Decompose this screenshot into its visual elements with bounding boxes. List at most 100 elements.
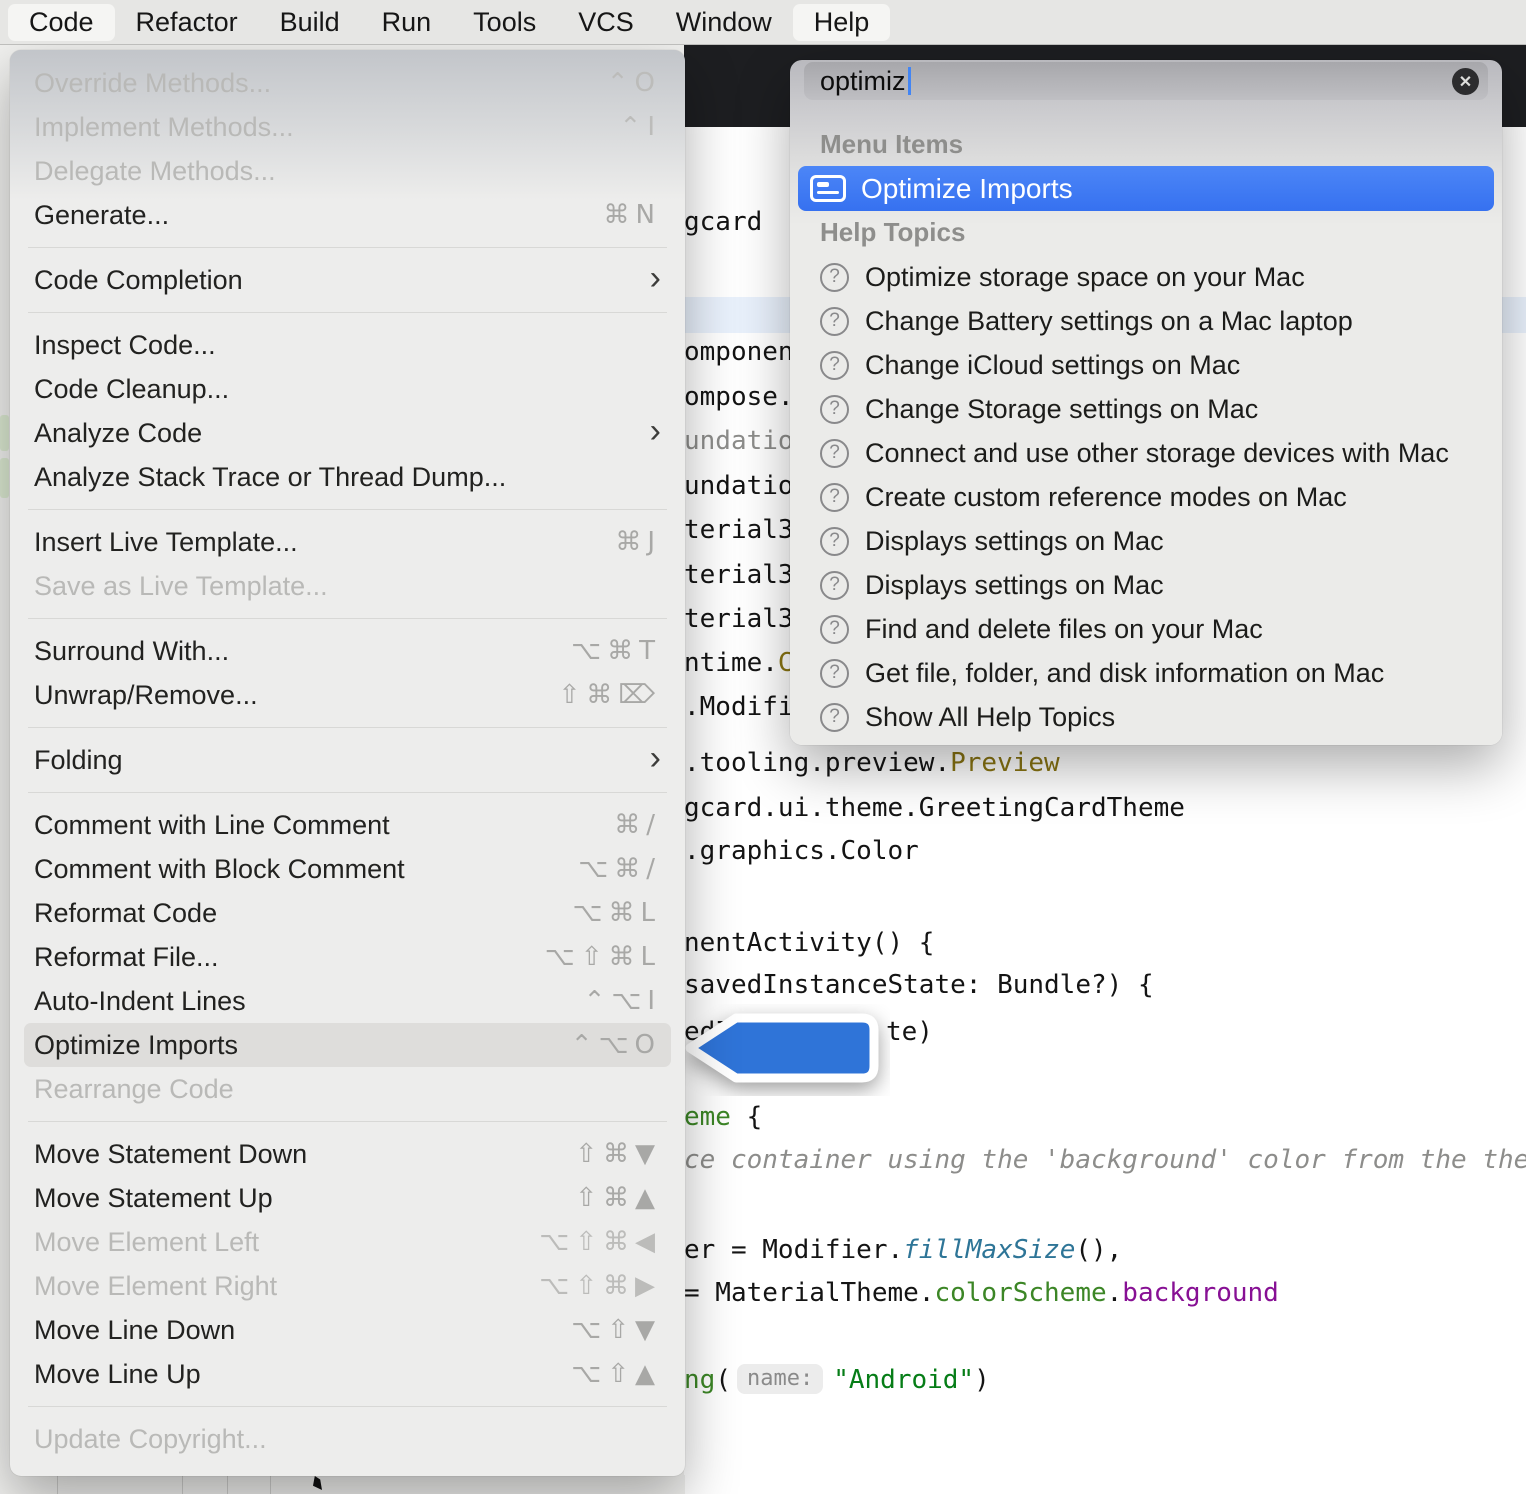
menu-item-analyze-stack-trace-or-thread-dump[interactable]: Analyze Stack Trace or Thread Dump...: [24, 455, 671, 499]
menu-item-label: Folding: [34, 745, 123, 776]
menu-item-move-statement-up[interactable]: Move Statement Up⇧⌘▲: [24, 1176, 671, 1220]
menu-item-shortcut: ⌃I: [620, 112, 661, 142]
menu-item-shortcut: ⌃O: [607, 68, 661, 98]
menu-item-label: Move Line Up: [34, 1359, 201, 1390]
search-query-text: optimiz: [820, 66, 906, 97]
menu-item-label: Update Copyright...: [34, 1424, 267, 1455]
menu-item-comment-with-line-comment[interactable]: Comment with Line Comment ⌘/: [24, 803, 671, 847]
menu-item-inspect-code[interactable]: Inspect Code...: [24, 323, 671, 367]
menu-item-label: Rearrange Code: [34, 1074, 234, 1105]
menu-item-comment-with-block-comment[interactable]: Comment with Block Comment⌥⌘/: [24, 847, 671, 891]
menu-item-shortcut: ⌘/: [614, 810, 661, 840]
code-line: omponen: [684, 332, 794, 372]
menubar-item-code[interactable]: Code: [8, 4, 115, 41]
menu-item-folding[interactable]: Folding›: [24, 738, 671, 782]
menu-item-code-cleanup[interactable]: Code Cleanup...: [24, 367, 671, 411]
menu-item-label: Move Statement Down: [34, 1139, 307, 1170]
menu-item-rearrange-code: Rearrange Code: [24, 1067, 671, 1111]
menu-separator: [28, 792, 667, 793]
menu-item-save-as-live-template: Save as Live Template...: [24, 564, 671, 608]
help-topic-find-and-delete-files-on-your-mac[interactable]: ?Find and delete files on your Mac: [790, 607, 1502, 651]
menu-item-generate[interactable]: Generate...⌘N: [24, 193, 671, 237]
help-circle-icon: ?: [820, 571, 849, 600]
menu-item-shortcut: ⌥⇧▲: [571, 1359, 661, 1389]
menu-item-label: Generate...: [34, 200, 169, 231]
menu-item-label: Reformat File...: [34, 942, 219, 973]
menubar-item-refactor[interactable]: Refactor: [115, 4, 259, 41]
search-result-optimize-imports[interactable]: Optimize Imports: [798, 166, 1494, 211]
help-topic-displays-settings-on-mac[interactable]: ? Displays settings on Mac: [790, 563, 1502, 607]
menu-separator: [28, 312, 667, 313]
menu-item-unwrap-remove[interactable]: Unwrap/Remove...⇧⌘⌦: [24, 673, 671, 717]
help-topic-label: Get file, folder, and disk information o…: [865, 658, 1384, 689]
code-line: eme {: [684, 1097, 762, 1137]
menubar-item-help[interactable]: Help: [793, 4, 891, 41]
code-line: terial3: [684, 510, 794, 550]
menu-item-code-completion[interactable]: Code Completion›: [24, 258, 671, 302]
menu-item-reformat-file[interactable]: Reformat File... ⌥⇧⌘L: [24, 935, 671, 979]
help-topic-create-custom-reference-modes-on-mac[interactable]: ?Create custom reference modes on Mac: [790, 475, 1502, 519]
menu-item-delegate-methods: Delegate Methods...: [24, 149, 671, 193]
menubar-item-build[interactable]: Build: [259, 4, 361, 41]
help-topic-show-all-help-topics[interactable]: ?Show All Help Topics: [790, 695, 1502, 739]
menu-item-shortcut: ⇧⌘▼: [575, 1139, 661, 1169]
code-line: terial3: [684, 599, 794, 639]
menu-item-analyze-code[interactable]: Analyze Code›: [24, 411, 671, 455]
menu-item-move-line-down[interactable]: Move Line Down⌥⇧▼: [24, 1308, 671, 1352]
menubar-item-window[interactable]: Window: [655, 4, 793, 41]
help-topic-change-icloud-settings-on-mac[interactable]: ?Change iCloud settings on Mac: [790, 343, 1502, 387]
menu-item-optimize-imports[interactable]: Optimize Imports ⌃⌥O: [24, 1023, 671, 1067]
menu-item-update-copyright: Update Copyright...: [24, 1417, 671, 1461]
menu-item-label: Code Completion: [34, 265, 243, 296]
code-menu: Override Methods...⌃OImplement Methods..…: [10, 50, 685, 1476]
menu-item-label: Surround With...: [34, 636, 229, 667]
menubar-item-vcs[interactable]: VCS: [557, 4, 655, 41]
help-topic-label: Displays settings on Mac: [865, 570, 1164, 601]
menubar-item-run[interactable]: Run: [361, 4, 453, 41]
menu-item-move-element-right: Move Element Right ⌥⇧⌘▶: [24, 1264, 671, 1308]
help-topic-label: Show All Help Topics: [865, 702, 1115, 733]
menu-item-shortcut: ⌃⌥O: [571, 1030, 661, 1060]
indent-guide: [227, 1475, 228, 1494]
help-topic-label: Connect and use other storage devices wi…: [865, 438, 1449, 469]
help-search-input[interactable]: optimiz ✕: [804, 62, 1488, 100]
menubar-item-tools[interactable]: Tools: [452, 4, 557, 41]
menu-item-shortcut: ⌥⇧⌘▶: [539, 1271, 661, 1301]
help-topic-optimize-storage-space-on-your-mac[interactable]: ?Optimize storage space on your Mac: [790, 255, 1502, 299]
code-line: .Modifi: [684, 687, 794, 727]
indent-guide: [182, 1475, 183, 1494]
help-circle-icon: ?: [820, 351, 849, 380]
submenu-chevron-icon: ›: [650, 414, 661, 448]
menu-item-label: Optimize Imports: [34, 1030, 238, 1061]
menu-item-shortcut: ⌥⇧⌘◀: [539, 1227, 661, 1257]
menu-item-surround-with[interactable]: Surround With...⌥⌘T: [24, 629, 671, 673]
menu-item-label: Comment with Line Comment: [34, 810, 390, 841]
help-topic-label: Change Storage settings on Mac: [865, 394, 1258, 425]
code-line: er = Modifier.fillMaxSize(),: [684, 1230, 1122, 1270]
indent-guide: [57, 1475, 58, 1494]
help-topic-displays-settings-on-mac[interactable]: ?Displays settings on Mac: [790, 519, 1502, 563]
help-topic-change-battery-settings-on-a-mac-laptop[interactable]: ?Change Battery settings on a Mac laptop: [790, 299, 1502, 343]
menu-item-insert-live-template[interactable]: Insert Live Template...⌘J: [24, 520, 671, 564]
code-line: = MaterialTheme.colorScheme.background: [684, 1273, 1279, 1313]
menu-item-label: Override Methods...: [34, 68, 271, 99]
menu-separator: [28, 1406, 667, 1407]
help-circle-icon: ?: [820, 263, 849, 292]
menu-item-label: Auto-Indent Lines: [34, 986, 246, 1017]
menu-item-move-statement-down[interactable]: Move Statement Down ⇧⌘▼: [24, 1132, 671, 1176]
code-line: undatio: [684, 466, 794, 506]
menu-item-label: Move Element Right: [34, 1271, 277, 1302]
menu-item-reformat-code[interactable]: Reformat Code⌥⌘L: [24, 891, 671, 935]
menu-item-shortcut: ⌥⇧⌘L: [545, 942, 661, 972]
menu-item-auto-indent-lines[interactable]: Auto-Indent Lines⌃⌥I: [24, 979, 671, 1023]
clear-search-icon[interactable]: ✕: [1452, 68, 1479, 95]
callout-arrow-icon: [678, 1004, 890, 1096]
menu-item-label: Move Line Down: [34, 1315, 235, 1346]
help-topic-get-file-folder-and-disk-information-on-mac[interactable]: ? Get file, folder, and disk information …: [790, 651, 1502, 695]
code-line: ng(name:"Android"): [684, 1360, 990, 1400]
help-topic-connect-and-use-other-storage-devices-with-mac[interactable]: ?Connect and use other storage devices w…: [790, 431, 1502, 475]
help-topic-change-storage-settings-on-mac[interactable]: ?Change Storage settings on Mac: [790, 387, 1502, 431]
menu-item-move-line-up[interactable]: Move Line Up ⌥⇧▲: [24, 1352, 671, 1396]
help-circle-icon: ?: [820, 659, 849, 688]
code-line: ntime.C: [684, 643, 794, 683]
